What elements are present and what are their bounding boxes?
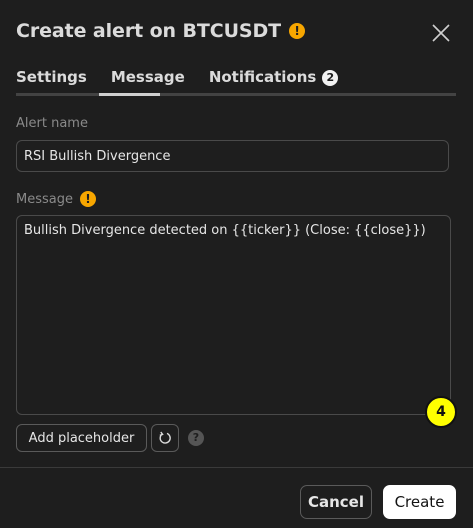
alert-name-input[interactable] xyxy=(16,140,449,172)
tab-notifications-label: Notifications xyxy=(208,68,317,86)
tab-bar: Settings Message Notifications 2 xyxy=(16,66,362,96)
message-warning-icon[interactable]: ! xyxy=(79,191,96,207)
tab-notifications[interactable]: Notifications 2 xyxy=(209,66,339,96)
help-icon[interactable]: ? xyxy=(188,430,204,446)
tab-message-label: Message xyxy=(110,68,185,86)
alert-name-label-text: Alert name xyxy=(16,116,88,131)
tab-settings[interactable]: Settings xyxy=(16,66,87,96)
reset-message-button[interactable] xyxy=(151,424,179,452)
message-textarea[interactable]: Bullish Divergence detected on {{ticker}… xyxy=(16,215,451,415)
cancel-button[interactable]: Cancel xyxy=(300,485,372,519)
tab-track xyxy=(16,93,456,96)
tab-active-indicator xyxy=(99,93,160,96)
close-icon xyxy=(432,24,450,42)
step-marker-badge: 4 xyxy=(425,396,457,428)
dialog-title: Create alert on BTCUSDT ! xyxy=(16,20,306,42)
close-button[interactable] xyxy=(430,22,452,44)
tab-message[interactable]: Message xyxy=(111,66,185,96)
alert-name-label: Alert name xyxy=(16,116,88,131)
create-button[interactable]: Create xyxy=(383,485,456,519)
warning-icon[interactable]: ! xyxy=(289,23,306,39)
message-label-text: Message xyxy=(16,191,73,207)
footer-divider xyxy=(0,467,473,468)
message-label: Message ! xyxy=(16,191,96,207)
create-alert-dialog: Create alert on BTCUSDT ! Settings Messa… xyxy=(0,0,473,528)
add-placeholder-button[interactable]: Add placeholder xyxy=(16,424,147,452)
reset-icon xyxy=(159,431,171,444)
dialog-title-text: Create alert on BTCUSDT xyxy=(16,20,282,42)
tab-settings-label: Settings xyxy=(16,68,87,86)
notifications-count-badge: 2 xyxy=(322,70,339,86)
